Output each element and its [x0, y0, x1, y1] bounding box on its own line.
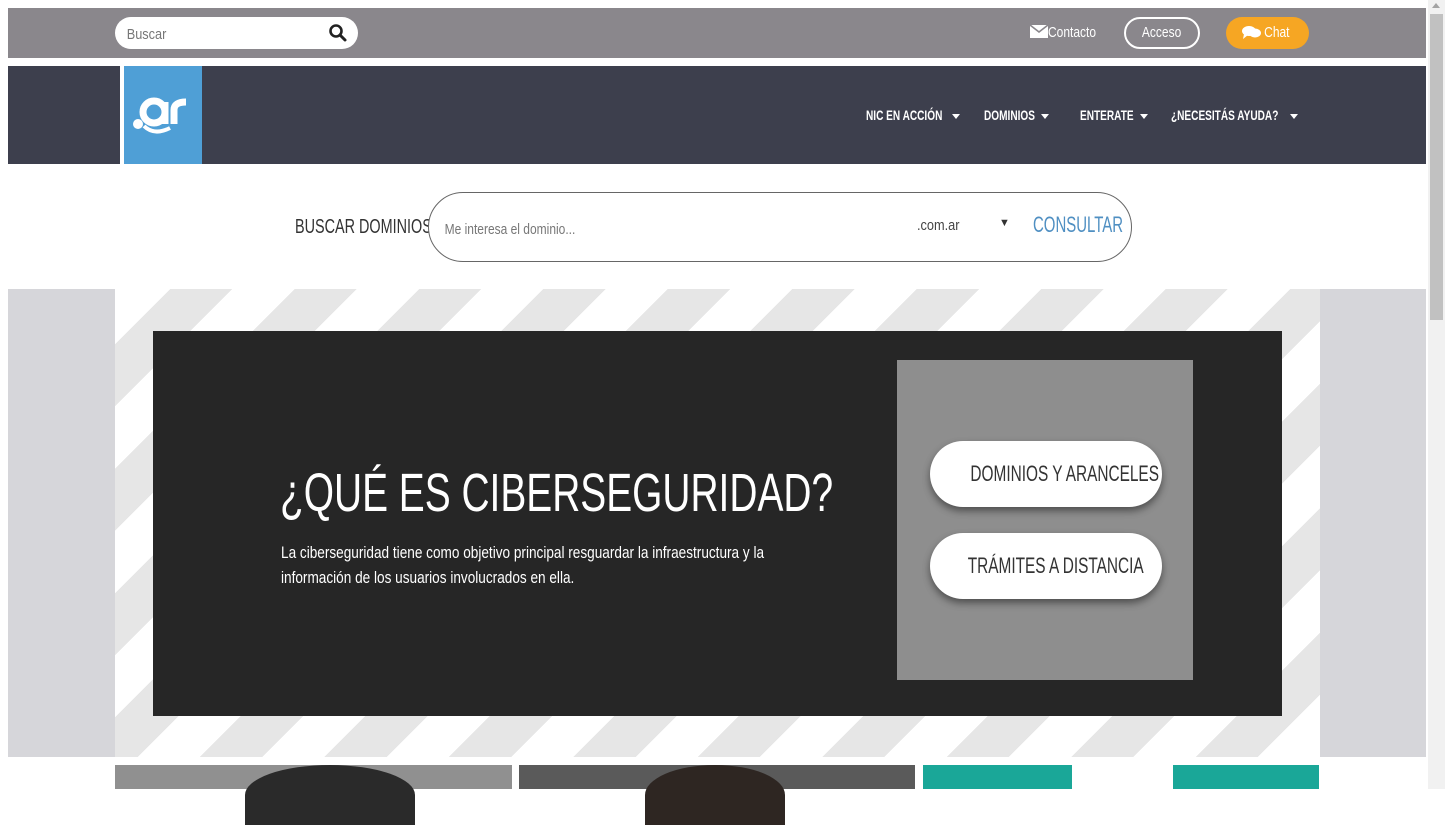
login-button[interactable]: Acceso	[1124, 17, 1200, 49]
contact-link[interactable]: Contacto	[1029, 17, 1108, 49]
caret-down-icon	[952, 113, 961, 119]
news-tile-3[interactable]	[923, 765, 1072, 789]
caret-down-icon	[1040, 113, 1049, 119]
consultar-button[interactable]: CONSULTAR	[1033, 212, 1123, 238]
news-tile-4[interactable]	[1072, 765, 1173, 789]
site-search-box	[115, 17, 358, 49]
nav-nic-en-accion[interactable]: NIC EN ACCIÓN	[866, 103, 961, 127]
nic-ar-logo[interactable]	[124, 66, 202, 164]
nav-item-label: DOMINIOS	[984, 107, 1035, 123]
button-label: TRÁMITES A DISTANCIA	[967, 553, 1144, 578]
hero-description: La ciberseguridad tiene como objetivo pr…	[281, 543, 765, 587]
chat-bubbles-icon	[1242, 26, 1262, 39]
nav-item-label: ENTERATE	[1080, 107, 1134, 123]
hero-title: ¿QUÉ ES CIBERSEGURIDAD?	[280, 463, 834, 523]
top-utility-bar: Contacto Acceso Chat	[8, 8, 1426, 58]
nav-necesitas-ayuda[interactable]: ¿NECESITÁS AYUDA?	[1171, 103, 1299, 127]
photo-image	[245, 765, 415, 825]
envelope-icon	[1029, 24, 1049, 38]
nav-enterate[interactable]: ENTERATE	[1080, 103, 1149, 127]
login-label: Acceso	[1142, 24, 1182, 41]
caret-down-icon	[1290, 113, 1299, 119]
domain-search-label: BUSCAR DOMINIOS	[295, 216, 432, 238]
photo-image	[645, 765, 785, 825]
nav-item-label: ¿NECESITÁS AYUDA?	[1171, 107, 1279, 123]
vertical-scrollbar[interactable]	[1428, 0, 1445, 789]
nav-dominios[interactable]: DOMINIOS	[984, 103, 1049, 127]
domain-input[interactable]	[443, 217, 783, 241]
chat-label: Chat	[1264, 24, 1290, 41]
button-label: DOMINIOS Y ARANCELES	[970, 461, 1159, 486]
ar-logo-icon	[133, 97, 187, 134]
news-tile-5[interactable]	[1173, 765, 1319, 789]
site-search-input[interactable]	[125, 22, 282, 46]
chat-button[interactable]: Chat	[1226, 17, 1309, 49]
main-navbar: NIC EN ACCIÓN DOMINIOS ENTERATE ¿NECESIT…	[8, 66, 1426, 164]
contact-label: Contacto	[1048, 24, 1097, 41]
scrollbar-thumb[interactable]	[1430, 14, 1443, 320]
tld-select[interactable]: .com.ar	[917, 217, 960, 234]
dominios-aranceles-button[interactable]: DOMINIOS Y ARANCELES	[930, 441, 1162, 507]
nav-item-label: NIC EN ACCIÓN	[866, 107, 943, 123]
search-icon[interactable]	[328, 23, 348, 43]
scroll-up-arrow-icon[interactable]	[1432, 3, 1440, 8]
tramites-distancia-button[interactable]: TRÁMITES A DISTANCIA	[930, 533, 1162, 599]
hero-links-panel	[897, 360, 1193, 680]
dropdown-arrow-icon[interactable]: ▼	[999, 217, 1010, 229]
caret-down-icon	[1140, 113, 1149, 119]
domain-search-box: .com.ar ▼ CONSULTAR	[428, 192, 1132, 262]
